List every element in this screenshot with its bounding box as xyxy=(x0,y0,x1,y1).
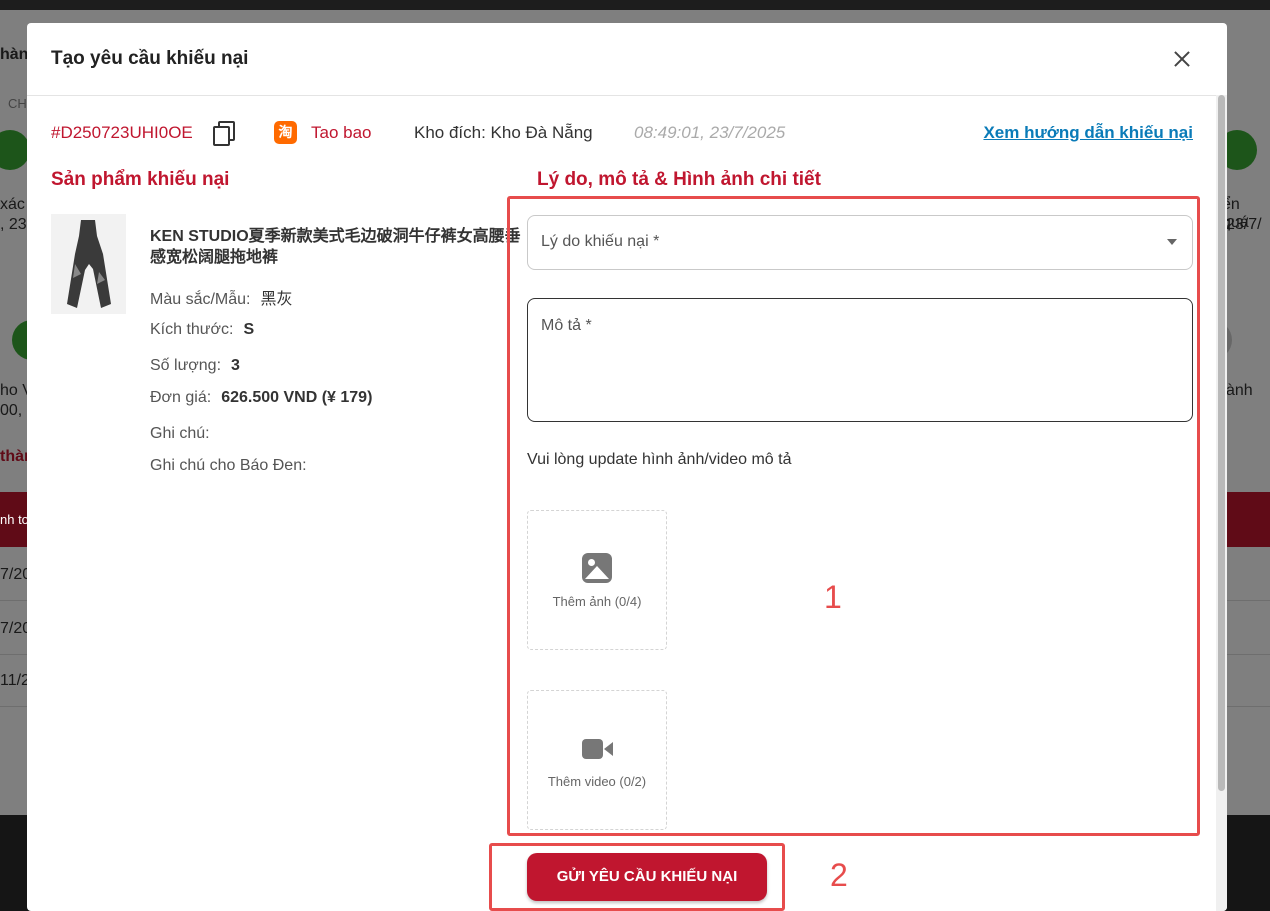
product-quantity-row: Số lượng: 3 xyxy=(150,357,240,375)
size-label: Kích thước: xyxy=(150,321,234,338)
modal-title: Tạo yêu cầu khiếu nại xyxy=(51,48,249,69)
scrollbar-thumb[interactable] xyxy=(1218,95,1225,791)
add-video-button[interactable]: Thêm video (0/2) xyxy=(527,690,667,830)
price-label: Đơn giá: xyxy=(150,389,212,406)
quantity-value: 3 xyxy=(231,357,240,374)
close-icon[interactable] xyxy=(1169,47,1195,73)
product-price-row: Đơn giá: 626.500 VND (¥ 179) xyxy=(150,389,372,407)
reason-select[interactable]: Lý do khiếu nại * xyxy=(527,215,1193,270)
product-size-row: Kích thước: S xyxy=(150,321,254,339)
order-time: 08:49:01, 23/7/2025 xyxy=(634,123,786,142)
upload-hint: Vui lòng update hình ảnh/video mô tả xyxy=(527,451,792,468)
add-image-button[interactable]: Thêm ảnh (0/4) xyxy=(527,510,667,650)
submit-complaint-button[interactable]: GỬI YÊU CẦU KHIẾU NẠI xyxy=(527,853,767,901)
annotation-label-2: 2 xyxy=(830,857,848,893)
note-label: Ghi chú: xyxy=(150,425,210,442)
add-video-label: Thêm video (0/2) xyxy=(547,774,647,789)
destination-warehouse: Kho đích: Kho Đà Nẵng xyxy=(414,123,593,142)
modal-scrollbar[interactable] xyxy=(1216,95,1227,911)
bg-text: nh to xyxy=(0,512,29,527)
price-value: 626.500 VND (¥ 179) xyxy=(221,389,373,406)
order-info-row: #D250723UHI0OE 淘 Tao bao Kho đích: Kho Đ… xyxy=(51,121,1193,146)
note-bd-label: Ghi chú cho Báo Đen: xyxy=(150,457,307,474)
quantity-label: Số lượng: xyxy=(150,357,222,374)
color-label: Màu sắc/Mẫu: xyxy=(150,291,251,308)
description-placeholder: Mô tả * xyxy=(541,317,592,334)
description-textarea[interactable]: Mô tả * xyxy=(527,298,1193,422)
modal-header: Tạo yêu cầu khiếu nại xyxy=(27,23,1227,96)
product-name: KEN STUDIO夏季新款美式毛边破洞牛仔裤女高腰垂感宽松阔腿拖地裤 xyxy=(150,228,521,266)
platform-name: Tao bao xyxy=(311,123,372,142)
color-value: 黑灰 xyxy=(260,291,293,308)
video-icon xyxy=(582,739,614,759)
reason-section-title: Lý do, mô tả & Hình ảnh chi tiết xyxy=(537,169,821,190)
order-code: #D250723UHI0OE xyxy=(51,123,193,142)
chevron-down-icon xyxy=(1167,239,1177,245)
complaint-guide-link[interactable]: Xem hướng dẫn khiếu nại xyxy=(983,123,1193,143)
image-icon xyxy=(582,553,612,583)
copy-icon[interactable] xyxy=(213,121,235,146)
size-value: S xyxy=(243,321,255,338)
reason-placeholder: Lý do khiếu nại * xyxy=(541,233,660,250)
taobao-icon: 淘 xyxy=(274,121,297,144)
add-image-label: Thêm ảnh (0/4) xyxy=(552,594,642,609)
product-color-row: Màu sắc/Mẫu: 黑灰 xyxy=(150,285,293,309)
product-image xyxy=(51,214,126,314)
product-section-title: Sản phẩm khiếu nại xyxy=(51,169,230,190)
complaint-modal: Tạo yêu cầu khiếu nại #D250723UHI0OE 淘 T… xyxy=(27,23,1227,911)
annotation-label-1: 1 xyxy=(824,579,842,615)
